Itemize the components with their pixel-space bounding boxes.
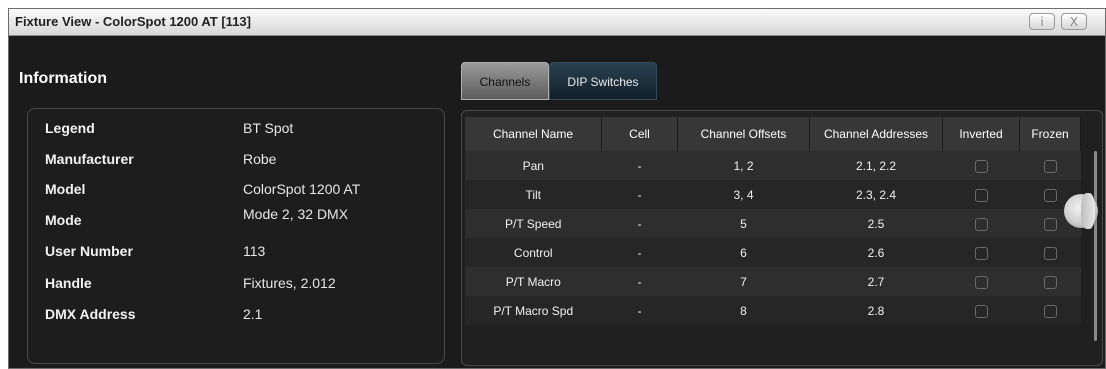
- inverted-checkbox[interactable]: [974, 188, 988, 202]
- frozen-checkbox[interactable]: [1043, 275, 1057, 289]
- info-value: BT Spot: [243, 120, 294, 136]
- info-label: User Number: [45, 243, 133, 259]
- offsets-cell: 1, 2: [677, 151, 810, 180]
- frozen-checkbox[interactable]: [1043, 304, 1057, 318]
- column-header-channel-name[interactable]: Channel Name: [465, 117, 602, 151]
- inverted-cell: [942, 296, 1020, 325]
- info-label: DMX Address: [45, 306, 136, 322]
- frozen-cell: [1019, 296, 1081, 325]
- frozen-cell: [1019, 238, 1081, 267]
- frozen-checkbox[interactable]: [1043, 159, 1057, 173]
- close-icon[interactable]: X: [1061, 13, 1087, 30]
- offsets-cell: 8: [677, 296, 810, 325]
- column-header-frozen[interactable]: Frozen: [1019, 117, 1081, 151]
- offsets-cell: 7: [677, 267, 810, 296]
- column-header-cell[interactable]: Cell: [601, 117, 678, 151]
- inverted-cell: [942, 267, 1020, 296]
- inverted-checkbox[interactable]: [974, 275, 988, 289]
- info-label: Model: [45, 181, 86, 197]
- window-title: Fixture View - ColorSpot 1200 AT [113]: [15, 14, 251, 29]
- inverted-checkbox[interactable]: [974, 304, 988, 318]
- table-row[interactable]: P/T Macro Spd - 8 2.8: [465, 296, 1081, 325]
- channel-name-cell: Tilt: [465, 180, 602, 209]
- cell-cell: -: [601, 151, 678, 180]
- info-value: Robe: [243, 151, 277, 167]
- channels-table: Channel Name Cell Channel Offsets Channe…: [465, 117, 1081, 325]
- info-value: 113: [243, 243, 266, 259]
- offsets-cell: 3, 4: [677, 180, 810, 209]
- addresses-cell: 2.3, 2.4: [809, 180, 943, 209]
- table-row[interactable]: P/T Macro - 7 2.7: [465, 267, 1081, 296]
- inverted-cell: [942, 151, 1020, 180]
- fixture-view-window: Fixture View - ColorSpot 1200 AT [113] i…: [8, 8, 1106, 369]
- channel-name-cell: Pan: [465, 151, 602, 180]
- offsets-cell: 6: [677, 238, 810, 267]
- table-row[interactable]: Control - 6 2.6: [465, 238, 1081, 267]
- cell-cell: -: [601, 180, 678, 209]
- information-heading: Information: [19, 70, 107, 87]
- column-header-channel-offsets[interactable]: Channel Offsets: [677, 117, 810, 151]
- channel-name-cell: P/T Macro: [465, 267, 602, 296]
- info-label: Manufacturer: [45, 151, 134, 167]
- cell-cell: -: [601, 238, 678, 267]
- frozen-cell: [1019, 267, 1081, 296]
- info-label: Mode: [45, 212, 82, 228]
- cell-cell: -: [601, 296, 678, 325]
- frozen-checkbox[interactable]: [1043, 217, 1057, 231]
- frozen-cell: [1019, 151, 1081, 180]
- inverted-cell: [942, 180, 1020, 209]
- cell-cell: -: [601, 267, 678, 296]
- offsets-cell: 5: [677, 209, 810, 238]
- scrollbar-track[interactable]: [1094, 151, 1097, 341]
- table-row[interactable]: P/T Speed - 5 2.5: [465, 209, 1081, 238]
- tab-channels[interactable]: Channels: [461, 62, 549, 100]
- inverted-checkbox[interactable]: [974, 159, 988, 173]
- addresses-cell: 2.1, 2.2: [809, 151, 943, 180]
- addresses-cell: 2.5: [809, 209, 943, 238]
- table-row[interactable]: Tilt - 3, 4 2.3, 2.4: [465, 180, 1081, 209]
- frozen-checkbox[interactable]: [1043, 246, 1057, 260]
- inverted-cell: [942, 238, 1020, 267]
- info-value: Fixtures, 2.012: [243, 275, 336, 291]
- column-header-channel-addresses[interactable]: Channel Addresses: [809, 117, 943, 151]
- info-label: Legend: [45, 120, 95, 136]
- table-header-row: Channel Name Cell Channel Offsets Channe…: [465, 117, 1081, 151]
- cell-cell: -: [601, 209, 678, 238]
- information-panel: Legend BT Spot Manufacturer Robe Model C…: [27, 108, 445, 364]
- inverted-checkbox[interactable]: [974, 246, 988, 260]
- frozen-checkbox[interactable]: [1043, 188, 1057, 202]
- channels-table-panel: Channel Name Cell Channel Offsets Channe…: [461, 110, 1103, 366]
- info-icon[interactable]: i: [1029, 13, 1055, 30]
- table-row[interactable]: Pan - 1, 2 2.1, 2.2: [465, 151, 1081, 180]
- tab-dip-switches[interactable]: DIP Switches: [549, 62, 657, 100]
- channel-name-cell: Control: [465, 238, 602, 267]
- info-label: Handle: [45, 275, 92, 291]
- inverted-cell: [942, 209, 1020, 238]
- info-value: Mode 2, 32 DMX: [243, 206, 349, 222]
- title-bar[interactable]: Fixture View - ColorSpot 1200 AT [113] i…: [9, 9, 1105, 36]
- inverted-checkbox[interactable]: [974, 217, 988, 231]
- channel-name-cell: P/T Macro Spd: [465, 296, 602, 325]
- info-value: 2.1: [243, 306, 263, 322]
- scroll-knob-handle[interactable]: [1064, 193, 1098, 229]
- column-header-inverted[interactable]: Inverted: [942, 117, 1020, 151]
- addresses-cell: 2.6: [809, 238, 943, 267]
- info-value: ColorSpot 1200 AT: [243, 181, 361, 197]
- addresses-cell: 2.8: [809, 296, 943, 325]
- channel-name-cell: P/T Speed: [465, 209, 602, 238]
- addresses-cell: 2.7: [809, 267, 943, 296]
